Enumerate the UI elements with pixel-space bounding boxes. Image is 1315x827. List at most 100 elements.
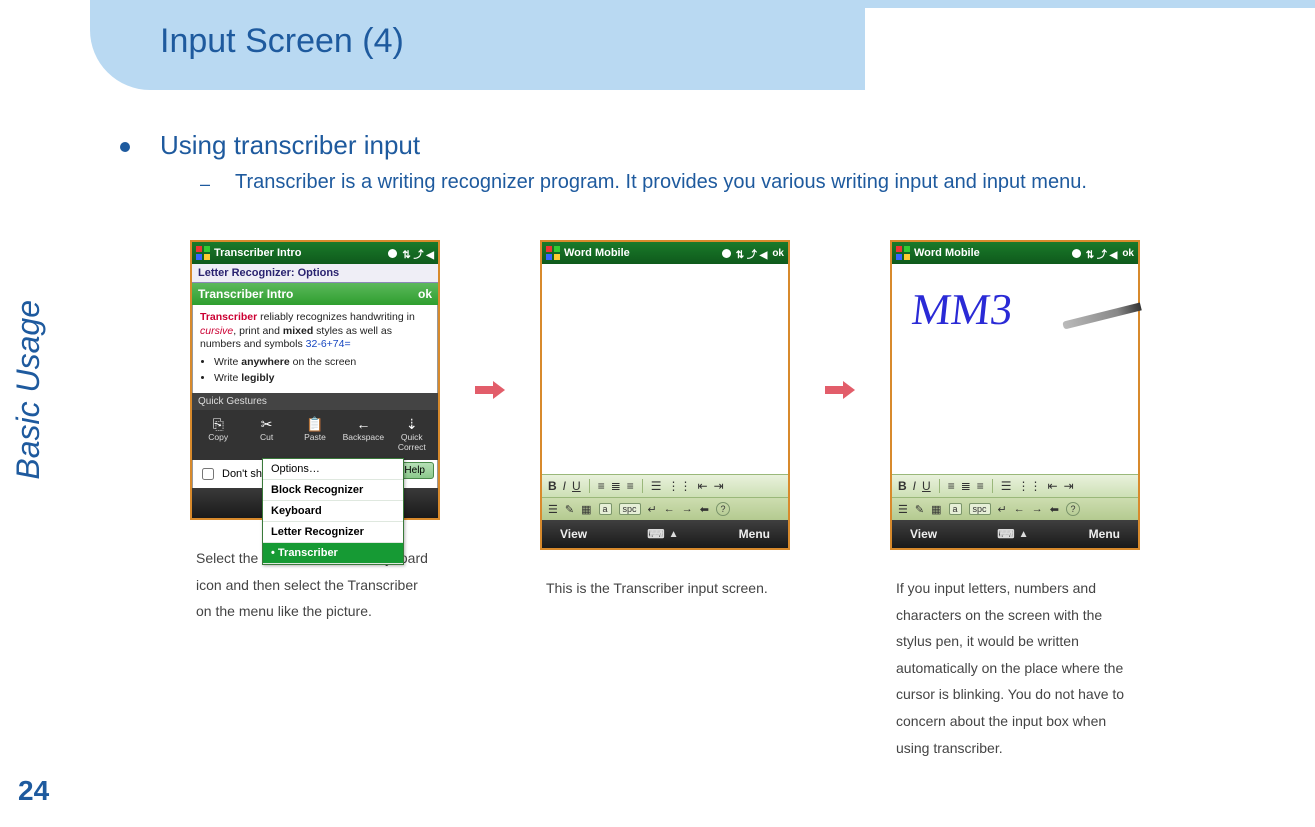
handwriting-sample: MM3 [909,284,1015,335]
mode-a-button[interactable]: a [949,503,962,515]
tool-icon[interactable]: ✎ [915,503,924,516]
titlebar-3-text: Word Mobile [914,247,980,259]
popup-transcriber[interactable]: Transcriber [263,543,403,564]
mode-a-button[interactable]: a [599,503,612,515]
separator-icon [939,479,940,493]
enter-icon[interactable]: ↵ [648,503,657,516]
signal-dot-icon [388,249,397,258]
arrow-1 [440,240,540,540]
bullet-sub-row: – Transcriber is a writing recognizer pr… [200,171,1315,197]
titlebar-2: Word Mobile ⇅ ⤴ ◀ ok [542,242,788,264]
space-button[interactable]: spc [969,503,991,515]
help-icon[interactable]: ? [1066,502,1080,516]
popup-keyboard[interactable]: Keyboard [263,501,403,522]
align-center-icon[interactable]: ≣ [611,479,621,493]
tool-icon[interactable]: ▦ [931,503,941,516]
intro-b2-seg: Write [214,372,241,384]
indent-icon[interactable]: ⇥ [714,479,724,493]
view-softkey[interactable]: View [560,527,587,541]
italic-button[interactable]: I [913,479,916,493]
align-left-icon[interactable]: ≡ [948,479,955,493]
ok-button[interactable]: ok [1122,248,1134,259]
backspace-icon[interactable]: ⬅ [700,503,709,516]
windows-flag-icon [196,246,210,260]
bold-button[interactable]: B [548,479,557,493]
transcriber-toolbar: ☰ ✎ ▦ a spc ↵ ← → ⬅ ? [542,497,788,520]
popup-block-recognizer[interactable]: Block Recognizer [263,480,403,501]
list-number-icon[interactable]: ☰ [1001,479,1012,493]
gesture-back-icon: ← [342,416,384,432]
align-center-icon[interactable]: ≣ [961,479,971,493]
menu-softkey[interactable]: Menu [1089,527,1120,541]
dont-show-checkbox[interactable] [202,468,214,480]
screenshot-2: Word Mobile ⇅ ⤴ ◀ ok B I U ≡ ≣ ≡ ☰ ⋮⋮ [540,240,790,602]
intro-text: Transcriber reliably recognizes handwrit… [192,305,438,393]
gesture-paste[interactable]: 📋Paste [294,416,336,452]
green-header-ok[interactable]: ok [418,287,432,301]
tool-icon[interactable]: ☰ [898,503,908,516]
align-right-icon[interactable]: ≡ [977,479,984,493]
status-glyphs: ⇅ ⤴ ◀ [1086,246,1118,261]
list-bullet-icon[interactable]: ⋮⋮ [1018,479,1042,493]
tool-icon[interactable]: ✎ [565,503,574,516]
underline-button[interactable]: U [922,479,931,493]
titlebar-1-text: Transcriber Intro [214,247,301,259]
ok-button[interactable]: ok [772,248,784,259]
format-toolbar: B I U ≡ ≣ ≡ ☰ ⋮⋮ ⇤ ⇥ [892,474,1138,497]
right-arrow-icon[interactable]: → [682,503,693,515]
windows-flag-icon [896,246,910,260]
gesture-cut[interactable]: ✂Cut [246,416,288,452]
right-arrow-icon[interactable]: → [1032,503,1043,515]
underline-button[interactable]: U [572,479,581,493]
left-arrow-icon[interactable]: ← [1014,503,1025,515]
popup-options[interactable]: Options… [263,459,403,480]
gestures-header: Quick Gestures [192,393,438,410]
popup-letter-recognizer[interactable]: Letter Recognizer [263,522,403,543]
gesture-quick-correct[interactable]: ⇣Quick Correct [391,416,433,452]
list-number-icon[interactable]: ☰ [651,479,662,493]
status-glyphs: ⇅ ⤴ ◀ [736,246,768,261]
indent-icon[interactable]: ⇥ [1064,479,1074,493]
intro-text-seg: reliably recognizes handwriting in [257,311,415,323]
intro-word-transcriber: Transcriber [200,311,257,323]
view-softkey[interactable]: View [910,527,937,541]
backspace-icon[interactable]: ⬅ [1050,503,1059,516]
signal-dot-icon [1072,249,1081,258]
gesture-copy[interactable]: ⎘Copy [197,416,239,452]
document-area-blank[interactable] [542,264,788,474]
soft-key-bar: View ⌨ ▲ Menu [542,520,788,548]
enter-icon[interactable]: ↵ [998,503,1007,516]
left-arrow-icon[interactable]: ← [664,503,675,515]
soft-key-bar: View ⌨ ▲ Menu [892,520,1138,548]
align-right-icon[interactable]: ≡ [627,479,634,493]
intro-bullet-1: Write anywhere on the screen [214,356,430,370]
sub-titlebar: Letter Recognizer: Options [192,264,438,283]
gesture-backspace[interactable]: ←Backspace [342,416,384,452]
outdent-icon[interactable]: ⇤ [1048,479,1058,493]
intro-word-cursive: cursive [200,325,233,337]
sub-dash-icon: – [200,171,210,197]
section-label: Basic Usage [10,300,47,480]
arrow-right-icon [825,381,855,399]
align-left-icon[interactable]: ≡ [598,479,605,493]
input-arrow-icon[interactable]: ▲ [1019,529,1029,540]
input-arrow-icon[interactable]: ▲ [669,529,679,540]
keyboard-icon[interactable]: ⌨ [647,527,664,541]
tool-icon[interactable]: ▦ [581,503,591,516]
outdent-icon[interactable]: ⇤ [698,479,708,493]
gestures-row: ⎘Copy ✂Cut 📋Paste ←Backspace ⇣Quick Corr… [192,410,438,460]
document-area-handwriting[interactable]: MM3 [892,264,1138,474]
green-header-title: Transcriber Intro [198,287,293,301]
space-button[interactable]: spc [619,503,641,515]
gesture-label: Backspace [343,432,385,442]
intro-b1-bold: anywhere [241,356,289,368]
signal-dot-icon [722,249,731,258]
help-icon[interactable]: ? [716,502,730,516]
list-bullet-icon[interactable]: ⋮⋮ [668,479,692,493]
keyboard-icon[interactable]: ⌨ [997,527,1014,541]
tool-icon[interactable]: ☰ [548,503,558,516]
bold-button[interactable]: B [898,479,907,493]
menu-softkey[interactable]: Menu [739,527,770,541]
stylus-icon [1062,302,1142,329]
italic-button[interactable]: I [563,479,566,493]
